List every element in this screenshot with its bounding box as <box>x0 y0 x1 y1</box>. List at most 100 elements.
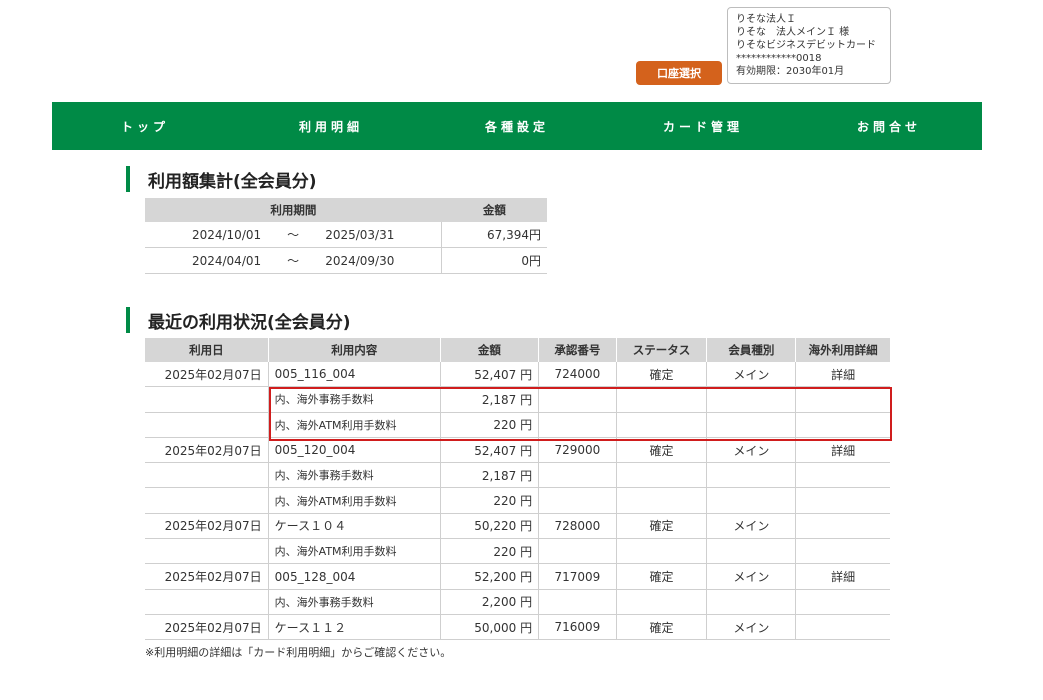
nav-card-management[interactable]: カード管理 <box>610 102 796 150</box>
usage-description: ケース１０４ <box>267 513 441 540</box>
overseas-detail <box>795 487 890 514</box>
header-member-type: 会員種別 <box>706 338 797 362</box>
account-select-button[interactable]: 口座選択 <box>636 61 722 85</box>
usage-description: 内、海外事務手数料 <box>267 386 441 413</box>
member-type <box>706 487 797 514</box>
usage-description: ケース１１２ <box>267 614 441 641</box>
usage-date <box>145 538 269 565</box>
table-row: 2025年02月07日 005_116_004 52,407 円 724000 確定 メイ… <box>145 362 890 388</box>
table-row: 2025年02月07日 ケース１１２ 50,000 円 716009 確定 メイン <box>145 614 890 641</box>
overseas-detail-link[interactable]: 詳細 <box>795 437 890 464</box>
overseas-detail-link[interactable]: 詳細 <box>795 362 890 388</box>
table-row: 内、海外事務手数料 2,187 円 <box>145 462 890 489</box>
usage-status <box>615 386 708 413</box>
usage-amount: 50,220 円 <box>439 513 540 540</box>
usage-description: 005_116_004 <box>267 362 441 388</box>
overseas-detail <box>795 412 890 438</box>
usage-date: 2025年02月07日 <box>145 513 269 540</box>
table-row: 2025年02月07日 ケース１０４ 50,220 円 728000 確定 メイン <box>145 513 890 540</box>
usage-description: 内、海外ATM利用手数料 <box>267 487 441 514</box>
table-row: 内、海外ATM利用手数料 220 円 <box>145 487 890 514</box>
account-expiry: 有効期限：2030年01月 <box>736 66 845 77</box>
summary-table: 利用期間 金額 2024/10/01 ～ 2025/03/31 67,394円 2024… <box>145 198 547 274</box>
table-row: 内、海外事務手数料 2,200 円 <box>145 589 890 615</box>
usage-date: 2025年02月07日 <box>145 563 269 590</box>
account-user-name: りそな 法人メインＩ 様 <box>736 27 850 38</box>
overseas-detail <box>795 538 890 565</box>
summary-title: 利用額集計(全会員分) <box>126 166 317 192</box>
usage-date: 2025年02月07日 <box>145 437 269 464</box>
approval-number <box>538 538 617 565</box>
summary-amount: 67,394円 <box>441 222 547 248</box>
header-status: ステータス <box>616 338 708 362</box>
member-type: メイン <box>706 513 797 540</box>
approval-number <box>538 386 617 413</box>
usage-amount: 50,000 円 <box>439 614 540 641</box>
account-info-box: りそな法人Ｉ りそな 法人メインＩ 様 りそなビジネスデビットカード *****… <box>727 7 891 84</box>
header-overseas-detail: 海外利用詳細 <box>795 338 890 362</box>
member-type <box>706 538 797 565</box>
table-row: 2025年02月07日 005_128_004 52,200 円 717009 確定 メイ… <box>145 563 890 590</box>
usage-amount: 52,200 円 <box>439 563 540 590</box>
nav-top[interactable]: トップ <box>52 102 238 150</box>
table-row: 2025年02月07日 005_120_004 52,407 円 729000 確定 メイ… <box>145 437 890 464</box>
nav-statements[interactable]: 利用明細 <box>238 102 424 150</box>
nav-contact[interactable]: お問合せ <box>796 102 982 150</box>
approval-number: 729000 <box>538 437 617 464</box>
usage-amount: 2,187 円 <box>439 462 540 489</box>
summary-to-date: 2024/09/30 <box>319 247 442 274</box>
usage-date <box>145 462 269 489</box>
member-type <box>706 462 797 489</box>
member-type <box>706 386 797 413</box>
approval-number: 728000 <box>538 513 617 540</box>
approval-number: 724000 <box>538 362 617 388</box>
table-row: 内、海外ATM利用手数料 220 円 <box>145 412 890 438</box>
nav-settings[interactable]: 各種設定 <box>424 102 610 150</box>
header-description: 利用内容 <box>268 338 441 362</box>
member-type: メイン <box>706 614 797 641</box>
usage-amount: 52,407 円 <box>439 362 540 388</box>
approval-number <box>538 589 617 615</box>
usage-description: 内、海外ATM利用手数料 <box>267 538 441 565</box>
summary-amount: 0円 <box>441 247 547 274</box>
summary-from-date: 2024/10/01 <box>145 222 268 248</box>
usage-amount: 52,407 円 <box>439 437 540 464</box>
usage-date <box>145 589 269 615</box>
usage-description: 内、海外事務手数料 <box>267 462 441 489</box>
summary-row: 2024/04/01 ～ 2024/09/30 0円 <box>145 247 547 274</box>
header-approval: 承認番号 <box>538 338 617 362</box>
usage-description: 005_120_004 <box>267 437 441 464</box>
overseas-detail <box>795 386 890 413</box>
summary-to-date: 2025/03/31 <box>319 222 442 248</box>
account-card-number: ************0018 <box>736 53 822 64</box>
usage-amount: 220 円 <box>439 412 540 438</box>
header-amount: 金額 <box>440 338 540 362</box>
header-date: 利用日 <box>145 338 269 362</box>
overseas-detail <box>795 614 890 641</box>
main-nav: トップ 利用明細 各種設定 カード管理 お問合せ <box>52 102 982 150</box>
usage-amount: 220 円 <box>439 538 540 565</box>
overseas-detail <box>795 589 890 615</box>
usage-status <box>615 412 708 438</box>
table-row: 内、海外事務手数料 2,187 円 <box>145 386 890 413</box>
overseas-detail-link[interactable]: 詳細 <box>795 563 890 590</box>
approval-number <box>538 487 617 514</box>
overseas-detail <box>795 462 890 489</box>
summary-separator: ～ <box>267 222 320 248</box>
summary-from-date: 2024/04/01 <box>145 247 268 274</box>
usage-status <box>615 538 708 565</box>
usage-status: 確定 <box>615 362 708 388</box>
usage-date <box>145 386 269 413</box>
summary-header-amount: 金額 <box>441 198 547 222</box>
usage-date <box>145 412 269 438</box>
usage-status: 確定 <box>615 437 708 464</box>
usage-description: 内、海外事務手数料 <box>267 589 441 615</box>
table-row: 内、海外ATM利用手数料 220 円 <box>145 538 890 565</box>
usage-status <box>615 462 708 489</box>
approval-number <box>538 462 617 489</box>
usage-status <box>615 487 708 514</box>
usage-amount: 2,200 円 <box>439 589 540 615</box>
usage-status: 確定 <box>615 614 708 641</box>
member-type <box>706 412 797 438</box>
usage-amount: 220 円 <box>439 487 540 514</box>
